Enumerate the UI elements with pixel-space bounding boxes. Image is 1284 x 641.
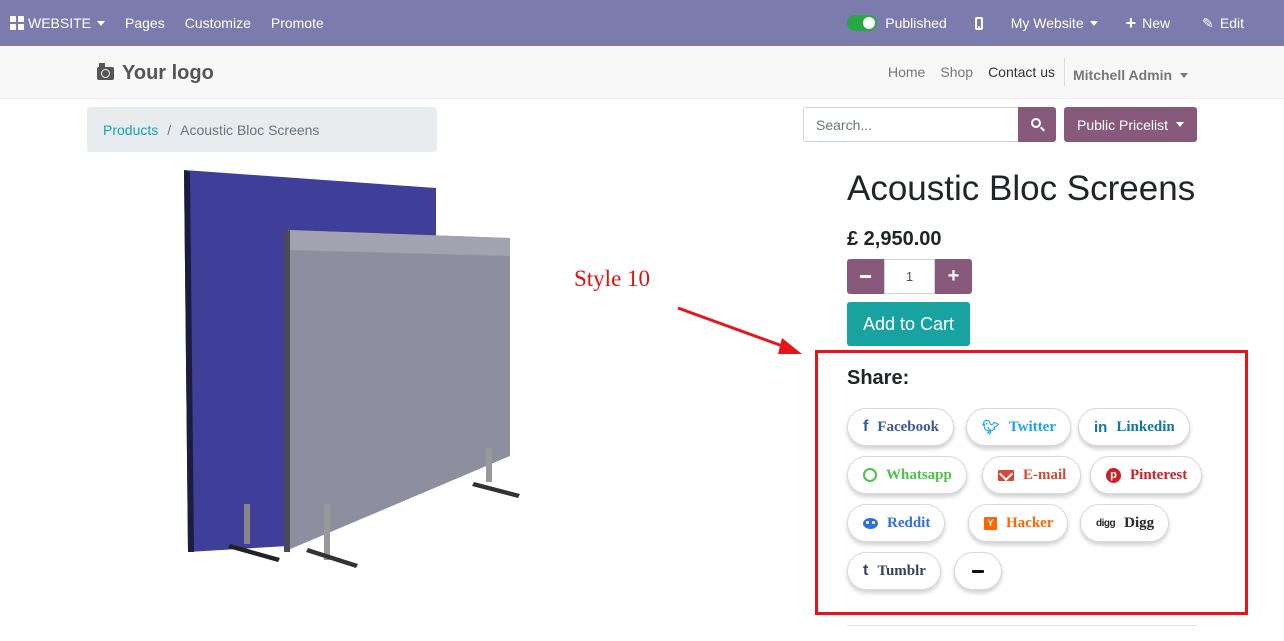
search-input[interactable] (803, 107, 1018, 142)
pricelist-dropdown[interactable]: Public Pricelist (1064, 107, 1197, 142)
published-label: Published (885, 15, 947, 31)
quantity-input[interactable] (884, 259, 935, 294)
share-pinterest-button[interactable]: p Pinterest (1090, 456, 1203, 494)
website-menu-label: WEBSITE (28, 15, 92, 31)
share-label: E-mail (1023, 466, 1067, 483)
share-tumblr-button[interactable]: t Tumblr (847, 552, 941, 590)
share-collapse-button[interactable] (954, 552, 1002, 590)
plus-icon: + (947, 265, 960, 287)
breadcrumb-current: Acoustic Bloc Screens (180, 121, 320, 138)
reddit-icon (863, 517, 878, 529)
promote-menu[interactable]: Promote (261, 0, 334, 46)
pencil-icon: ✎ (1202, 14, 1214, 31)
nav-home[interactable]: Home (888, 64, 925, 86)
site-header: Your logo Home Shop Contact us Mitchell … (0, 46, 1284, 99)
whatsapp-icon (863, 468, 877, 482)
share-digg-button[interactable]: digg Digg (1080, 504, 1170, 542)
edit-button[interactable]: ✎ Edit (1188, 0, 1284, 46)
share-label: Hacker (1006, 514, 1054, 531)
website-menu[interactable]: WEBSITE (0, 0, 115, 46)
facebook-icon: f (863, 418, 869, 435)
nav-shop[interactable]: Shop (940, 64, 973, 86)
twitter-icon: 🐦︎ (982, 418, 1000, 435)
share-label: Twitter (1008, 418, 1056, 435)
pages-menu[interactable]: Pages (115, 0, 175, 46)
plus-icon: + (1125, 13, 1137, 33)
divider (847, 625, 1197, 626)
share-whatsapp-button[interactable]: Whatsapp (847, 456, 967, 494)
nav-divider (1064, 58, 1065, 86)
quantity-increase-button[interactable]: + (935, 259, 972, 294)
share-label: Facebook (877, 418, 939, 435)
main-nav: Home Shop Contact us Mitchell Admin (888, 58, 1189, 86)
camera-icon (97, 63, 114, 80)
caret-down-icon (1176, 122, 1185, 127)
digg-icon: digg (1096, 517, 1116, 529)
linkedin-icon: in (1094, 418, 1108, 436)
breadcrumb-separator: / (167, 121, 172, 138)
toggle-switch-icon (847, 15, 878, 31)
annotation-label: Style 10 (574, 266, 651, 291)
product-title: Acoustic Bloc Screens (847, 169, 1196, 208)
pinterest-icon: p (1106, 467, 1121, 483)
user-menu[interactable]: Mitchell Admin (1073, 64, 1189, 86)
caret-down-icon (1089, 20, 1098, 26)
share-title: Share: (847, 367, 910, 389)
share-facebook-button[interactable]: f Facebook (847, 408, 954, 446)
product-image (184, 170, 520, 568)
search-button[interactable] (1018, 107, 1056, 142)
share-twitter-button[interactable]: 🐦︎ Twitter (966, 408, 1071, 446)
logo-text: Your logo (122, 62, 214, 84)
search-icon (1031, 118, 1041, 128)
quantity-decrease-button[interactable] (847, 259, 884, 294)
new-label: New (1142, 15, 1171, 31)
my-website-label: My Website (1010, 15, 1084, 31)
site-logo[interactable]: Your logo (97, 62, 214, 85)
caret-down-icon (1180, 72, 1189, 78)
breadcrumb-products[interactable]: Products (103, 122, 158, 138)
quantity-stepper: + (847, 259, 972, 294)
share-reddit-button[interactable]: Reddit (847, 504, 946, 542)
hacker-news-icon: Y (984, 516, 997, 530)
tumblr-icon: t (863, 562, 869, 579)
pricelist-label: Public Pricelist (1076, 116, 1169, 133)
published-toggle[interactable]: Published (837, 0, 961, 46)
share-label: Whatsapp (886, 466, 952, 483)
add-to-cart-button[interactable]: Add to Cart (847, 302, 970, 346)
email-icon (998, 469, 1014, 481)
share-label: Linkedin (1116, 418, 1175, 435)
share-email-button[interactable]: E-mail (982, 456, 1082, 494)
annotation-arrow-icon (677, 306, 802, 354)
caret-down-icon (97, 20, 106, 26)
breadcrumb: Products / Acoustic Bloc Screens (87, 107, 437, 152)
share-label: Digg (1124, 514, 1155, 531)
apps-grid-icon (10, 16, 24, 30)
share-label: Reddit (887, 514, 931, 531)
admin-bar: WEBSITE Pages Customize Promote Publishe… (0, 0, 1284, 46)
nav-contact-us[interactable]: Contact us (988, 64, 1055, 86)
new-button[interactable]: + New (1116, 0, 1189, 46)
minus-icon (972, 569, 984, 573)
edit-label: Edit (1219, 15, 1244, 31)
share-linkedin-button[interactable]: in Linkedin (1078, 408, 1190, 446)
mobile-preview-button[interactable] (961, 0, 1001, 46)
share-label: Pinterest (1130, 466, 1188, 483)
search-bar (803, 107, 1056, 142)
product-price: £ 2,950.00 (847, 228, 942, 250)
mobile-phone-icon (974, 16, 983, 30)
share-hacker-news-button[interactable]: Y Hacker (968, 504, 1069, 542)
minus-icon (860, 275, 871, 278)
user-name: Mitchell Admin (1073, 67, 1173, 83)
share-label: Tumblr (877, 562, 926, 579)
customize-menu[interactable]: Customize (175, 0, 261, 46)
my-website-menu[interactable]: My Website (1001, 0, 1116, 46)
